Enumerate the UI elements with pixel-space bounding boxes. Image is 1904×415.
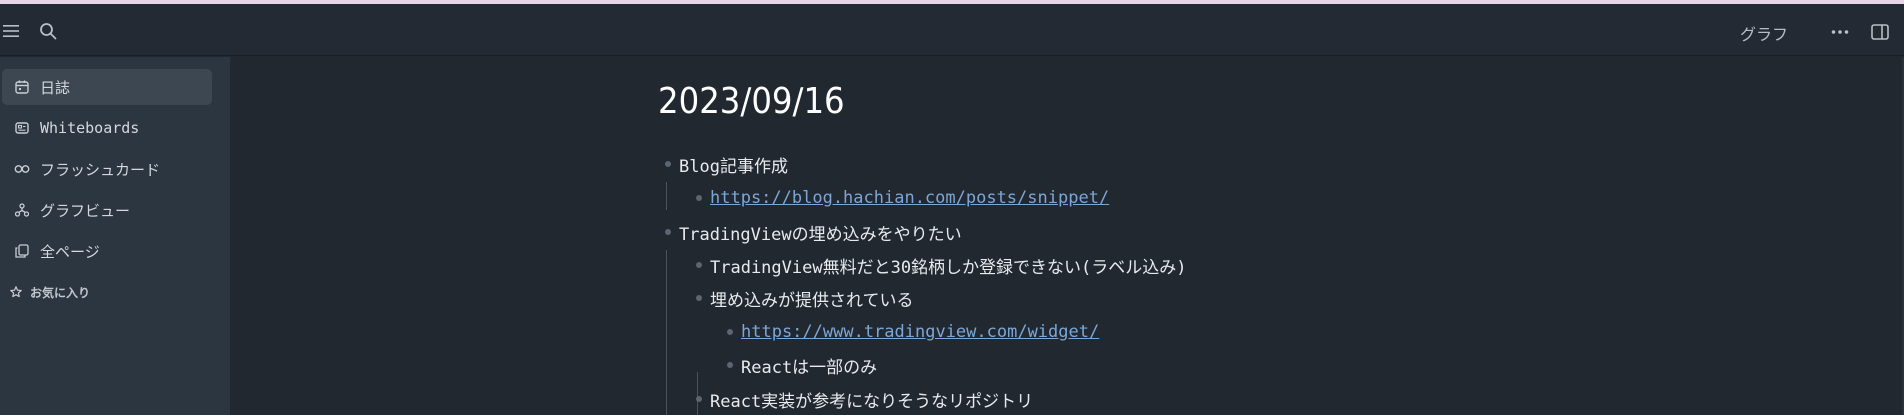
block-item[interactable]: 埋め込みが提供されている [710,283,914,313]
sidebar-item-label: Whiteboards [40,119,140,137]
block-bullet[interactable] [696,195,702,201]
block-text: 埋め込みが提供されている [710,290,914,311]
thread-guide-line [697,372,698,415]
app-window: グラフ 日誌 Whiteboards フラッシュカード グラフビュー 全ページ … [0,0,1904,415]
graph-icon [14,202,30,218]
sidebar-item-all-pages[interactable]: 全ページ [2,233,212,269]
thread-guide-line [666,250,667,415]
thread-guide-line [666,182,667,210]
sidebar-item-flashcards[interactable]: フラッシュカード [2,151,212,187]
block-item[interactable]: https://www.tradingview.com/widget/ [741,317,1099,347]
block-bullet[interactable] [665,229,671,235]
star-icon [10,283,22,302]
page-title[interactable]: 2023/09/16 [658,81,845,122]
block-item[interactable]: React実装が参考になりそうなリポジトリ [710,384,1033,414]
sidebar-panel-icon[interactable] [1868,20,1892,44]
sidebar-item-label: フラッシュカード [40,160,161,179]
sidebar-item-label: 全ページ [40,242,100,261]
sidebar-item-journals[interactable]: 日誌 [2,69,212,105]
pages-icon [14,243,30,259]
block-link[interactable]: https://www.tradingview.com/widget/ [741,322,1099,342]
sidebar-item-whiteboards[interactable]: Whiteboards [2,110,212,146]
block-bullet[interactable] [696,262,702,268]
block-bullet[interactable] [727,329,733,335]
more-dots-icon[interactable] [1828,20,1852,44]
block-bullet[interactable] [696,396,702,402]
infinity-icon [14,161,30,177]
block-text: TradingViewの埋め込みをやりたい [679,224,962,245]
block-text: Reactは一部のみ [741,357,878,378]
sidebar-item-label: 日誌 [40,78,71,97]
block-item[interactable]: TradingView無料だと30銘柄しか登録できない(ラベル込み) [710,250,1187,280]
top-toolbar: グラフ [0,4,1904,56]
block-bullet[interactable] [696,295,702,301]
favorites-label: お気に入り [30,286,91,300]
hamburger-menu-icon[interactable] [0,20,22,42]
block-item[interactable]: Blog記事作成 [679,149,788,179]
favorites-header[interactable]: お気に入り [10,283,90,302]
calendar-icon [14,79,30,95]
block-bullet[interactable] [665,161,671,167]
block-bullet[interactable] [727,362,733,368]
block-text: Blog記事作成 [679,156,788,177]
block-text: React実装が参考になりそうなリポジトリ [710,391,1034,412]
graph-button[interactable]: グラフ [1740,21,1788,45]
block-link[interactable]: https://blog.hachian.com/posts/snippet/ [710,188,1109,208]
journal-page: 2023/09/16 Blog記事作成 https://blog.hachian… [230,57,1904,415]
search-icon[interactable] [36,19,60,43]
block-item[interactable]: TradingViewの埋め込みをやりたい [679,217,962,247]
left-sidebar: 日誌 Whiteboards フラッシュカード グラフビュー 全ページ お気に入… [0,57,230,415]
sidebar-item-graph-view[interactable]: グラフビュー [2,192,212,228]
sidebar-item-label: グラフビュー [40,201,131,220]
block-text: TradingView無料だと30銘柄しか登録できない(ラベル込み) [710,257,1187,278]
whiteboard-icon [14,120,30,136]
block-item[interactable]: Reactは一部のみ [741,350,877,380]
block-item[interactable]: https://blog.hachian.com/posts/snippet/ [710,183,1109,213]
